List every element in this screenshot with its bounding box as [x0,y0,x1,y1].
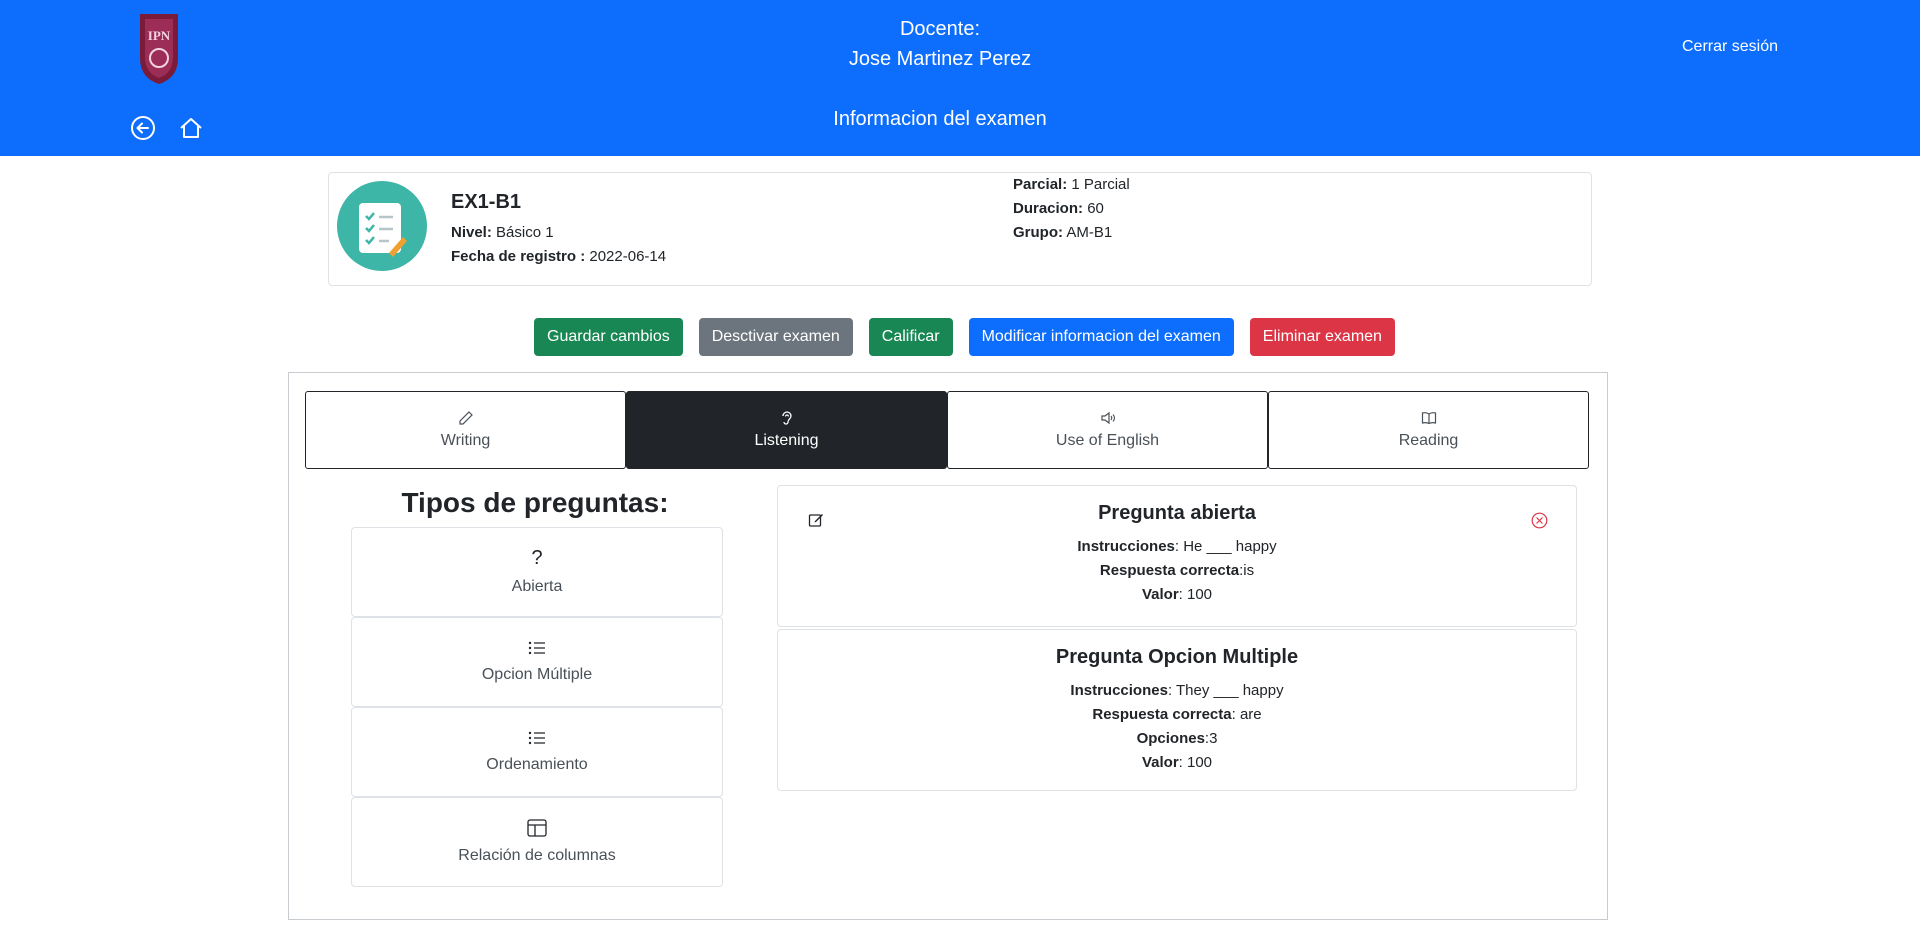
instructions-value: : He ___ happy [1174,538,1277,555]
question-answer: Respuesta correcta:is [778,559,1576,583]
grade-button[interactable]: Calificar [868,318,953,356]
nav-icons [130,115,206,143]
question-card: Pregunta Opcion Multiple Instrucciones: … [777,629,1577,791]
teacher-label: Docente: [899,18,981,40]
exam-info-card: EX1-B1 Nivel: Básico 1 Fecha de registro… [328,172,1592,286]
tab-label: Reading [1398,432,1459,449]
tab-use-of-english[interactable]: Use of English [947,391,1268,469]
question-type-ordering[interactable]: Ordenamiento [351,707,723,797]
modify-exam-button[interactable]: Modificar informacion del examen [968,318,1234,356]
instructions-label: Instrucciones [1077,538,1175,555]
date-label: Fecha de registro : [451,248,586,265]
save-changes-button[interactable]: Guardar cambios [534,318,683,356]
level-label: Nivel: [451,224,492,241]
value-label: Valor [1141,754,1179,771]
exam-actions: Guardar cambios Desctivar examen Calific… [534,318,1395,356]
question-type-open[interactable]: ? Abierta [351,527,723,617]
answer-label: Respuesta correcta [1099,562,1240,579]
svg-text:IPN: IPN [148,28,171,43]
instructions-label: Instrucciones [1070,682,1168,699]
value-value: : 100 [1178,754,1213,771]
group-label: Grupo: [1013,224,1063,241]
question-title: Pregunta Opcion Multiple [1055,646,1299,668]
question-types-title: Tipos de preguntas: [401,487,669,518]
top-navbar: IPN Docente: Jose Martinez Perez Cerrar … [0,0,1920,156]
answer-value: : are [1231,706,1262,723]
tab-label: Writing [440,432,491,449]
exam-partial: Parcial: 1 Parcial [1013,173,1130,197]
options-value: :3 [1204,730,1218,747]
ipn-logo: IPN [140,14,178,84]
question-instructions: Instrucciones: He ___ happy [778,535,1576,559]
tab-reading[interactable]: Reading [1268,391,1589,469]
exam-date: Fecha de registro : 2022-06-14 [451,245,666,269]
question-instructions: Instrucciones: They ___ happy [778,679,1576,703]
answer-value: :is [1239,562,1255,579]
partial-label: Parcial: [1013,176,1068,193]
answer-label: Respuesta correcta [1092,706,1232,723]
question-type-multiple-choice[interactable]: Opcion Múltiple [351,617,723,707]
options-label: Opciones [1136,730,1205,747]
list-icon [528,641,545,655]
home-icon[interactable] [178,115,206,143]
page-title: Informacion del examen [833,108,1047,130]
exam-group: Grupo: AM-B1 [1013,221,1112,245]
delete-circle-x-icon[interactable] [1531,512,1548,529]
exam-clipboard-icon [337,181,427,271]
type-label: Ordenamiento [486,756,588,773]
book-icon [1421,412,1436,425]
question-title: Pregunta abierta [1098,502,1256,524]
layout-columns-icon [527,819,547,837]
question-type-column-matching[interactable]: Relación de columnas [351,797,723,887]
value-value: : 100 [1178,586,1213,603]
back-arrow-icon[interactable] [130,115,158,143]
section-tabs: Writing Listening Use of English Reading [305,391,1589,469]
question-types-list: ? Abierta Opcion Múltiple Ordenamiento R… [351,527,723,887]
instructions-value: : They ___ happy [1167,682,1284,699]
tab-label: Use of English [1055,432,1160,449]
exam-level: Nivel: Básico 1 [451,221,554,245]
list-icon [528,731,545,745]
type-label: Relación de columnas [458,847,616,864]
tab-writing[interactable]: Writing [305,391,626,469]
teacher-info: Docente: Jose Martinez Perez [740,14,1140,74]
pencil-icon [458,411,473,425]
exam-duration: Duracion: 60 [1013,197,1104,221]
question-options: Opciones:3 [778,727,1576,751]
level-value: Básico 1 [496,224,554,241]
question-value: Valor: 100 [778,751,1576,775]
duration-label: Duracion: [1013,200,1084,217]
group-value: AM-B1 [1066,224,1113,241]
tab-label: Listening [754,432,819,449]
delete-exam-button[interactable]: Eliminar examen [1249,318,1395,356]
exam-name: EX1-B1 [451,191,522,213]
value-label: Valor [1141,586,1179,603]
sections-panel: Writing Listening Use of English Reading… [288,372,1608,920]
question-value: Valor: 100 [778,583,1576,607]
duration-value: 60 [1087,200,1104,217]
question-answer: Respuesta correcta: are [778,703,1576,727]
type-label: Opcion Múltiple [481,666,593,683]
question-card: Pregunta abierta Instrucciones: He ___ h… [777,485,1577,627]
edit-icon[interactable] [808,512,824,528]
questions-list: Pregunta abierta Instrucciones: He ___ h… [777,485,1577,791]
deactivate-exam-button[interactable]: Desctivar examen [698,318,853,356]
question-mark-icon: ? [531,547,543,569]
speaker-icon [1100,411,1115,425]
partial-value: 1 Parcial [1071,176,1130,193]
logout-link[interactable]: Cerrar sesión [1682,38,1778,56]
date-value: 2022-06-14 [589,248,667,265]
tab-listening[interactable]: Listening [626,391,947,469]
teacher-name: Jose Martinez Perez [848,48,1032,70]
type-label: Abierta [511,578,563,595]
ear-icon [781,411,792,425]
